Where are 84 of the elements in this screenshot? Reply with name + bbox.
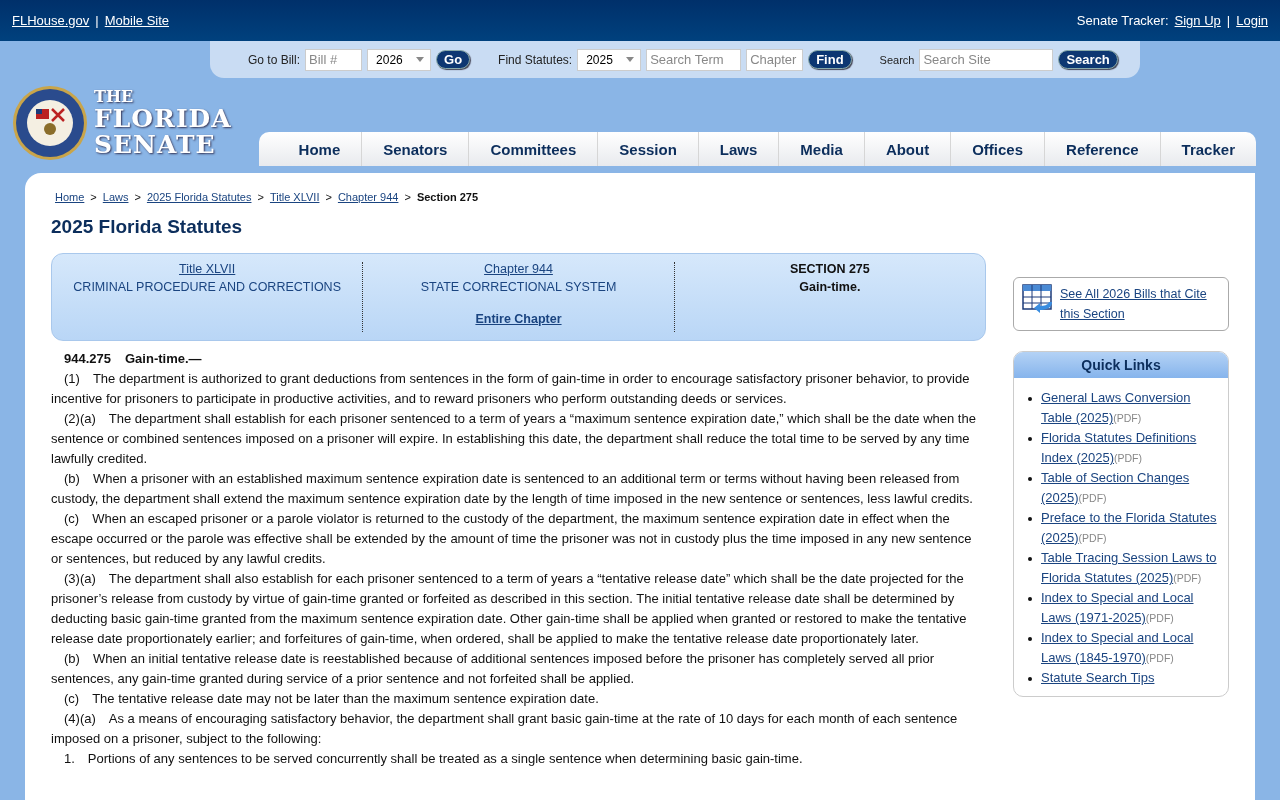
find-button[interactable]: Find [808,50,852,69]
section-number: SECTION 275 [789,262,870,276]
statute-paragraph: (c) When an escaped prisoner or a parole violator is returned to the custody of the department, the maximum sentence expiration date in effect when the escape occurred or the parole was effective shall be extended by the amount of time the prisoner was not in custody plus the time imposed in any new sentence or sentences, but reduced by any lawful credits. [51,510,973,568]
breadcrumb-separator: > [257,190,264,204]
statute-paragraph: (2)(a) The department shall establish for each prisoner sentenced to a term of years a “maximum sentence expiration date,” which shall be the date when the sentence or combined sentences imposed on a prisoner will expire. In establishing this date, the department shall reduce the total time to be served by any time lawfully credited. [51,410,977,468]
section-name: Gain-time. [799,280,861,294]
statutes-label: Find Statutes: [498,52,573,67]
breadcrumb-separator: > [90,190,97,204]
bullet-icon [1028,677,1032,681]
statute-paragraph: (4)(a) As a means of encouraging satisfactory behavior, the department shall grant basic gain-time at the rate of 10 days for each month of each sentence imposed on a prisoner, subject to the following: [51,710,959,748]
top-link[interactable]: Mobile Site [104,13,170,28]
separator: | [95,13,99,28]
nav-tab[interactable]: Committees [468,132,598,166]
top-link[interactable]: Login [1236,13,1268,28]
go-button[interactable]: Go [436,50,471,69]
separator: | [1226,13,1231,28]
top-link[interactable]: FLHouse.gov [12,13,90,28]
quick-link[interactable]: Table Tracing Session Laws to Florida Statutes (2025)(PDF) [1041,548,1220,588]
nav-tab[interactable]: Session [597,132,698,166]
logo-text: THE [94,89,135,105]
bill-label: Go to Bill: [248,52,301,67]
breadcrumb-separator: > [134,190,141,204]
logo-text: SENATE [94,132,217,157]
year-select[interactable]: 2026 [367,48,432,71]
chapter-link[interactable]: Chapter 944 [484,262,553,276]
breadcrumb-current: Section 275 [416,190,478,204]
search-label: Search [879,53,915,66]
quick-link[interactable]: Index to Special and Local Laws (1845-1970)(PDF) [1041,628,1220,668]
top-link[interactable]: Sign Up [1174,13,1221,28]
nav-tab[interactable]: Laws [697,132,779,166]
breadcrumb-link[interactable]: 2025 Florida Statutes [146,190,252,204]
nav-tab[interactable]: Senators [361,132,469,166]
caret-icon [626,57,635,62]
breadcrumb-link[interactable]: Title XLVII [269,190,320,204]
cite-link[interactable]: See All 2026 Bills that Cite this Section [1060,284,1220,324]
seal-icon [12,85,88,161]
table-arrow-icon [1022,284,1054,314]
nav-tab[interactable]: Media [778,132,864,166]
quick-link[interactable]: Florida Statutes Definitions Index (2025)(PDF) [1041,428,1220,468]
catchline: Gain-time.— [125,350,202,368]
breadcrumb-link[interactable]: Chapter 944 [337,190,399,204]
title-name: CRIMINAL PROCEDURE AND CORRECTIONS [73,280,341,294]
breadcrumb-link[interactable]: Laws [102,190,129,204]
nav-tab[interactable]: Offices [950,132,1045,166]
search-term-field[interactable]: Search Term [646,48,742,71]
bill-field[interactable]: Bill # [305,48,363,71]
bullet-icon [1028,597,1032,601]
quick-link[interactable]: General Laws Conversion Table (2025)(PDF) [1041,388,1220,428]
quick-link[interactable]: Index to Special and Local Laws (1971-2025)(PDF) [1041,588,1220,628]
search-field[interactable]: Search Site [919,48,1054,71]
bullet-icon [1028,637,1032,641]
bullet-icon [1028,557,1032,561]
breadcrumb-separator: > [404,190,411,204]
statute-paragraph: (c) The tentative release date may not be later than the maximum sentence expiration date. [63,690,600,708]
statute-paragraph: (3)(a) The department shall also establish for each prisoner sentenced to a term of years a “tentative release date” which shall be the date projected for the prisoner’s release from custody by virtue of gain-time granted or forfeited as described in this section. The initial tentative release date shall be determined by deducting basic gain-time granted from the maximum sentence expiration date. Other gain-time shall be applied when granted or restored to make the tentative release date proportionately earlier; and forfeitures of gain-time, when ordered, shall be applied to make the tentative release date proportionately later. [51,570,968,648]
breadcrumb-separator: > [325,190,332,204]
chapter-name: STATE CORRECTIONAL SYSTEM [420,280,617,294]
bullet-icon [1028,437,1032,441]
quick-link[interactable]: Table of Section Changes (2025)(PDF) [1041,468,1220,508]
statute-paragraph: (b) When a prisoner with an established maximum sentence expiration date is sentenced to an additional term or terms without having been released from custody, the department shall extend the maximum sentence expiration date by the length of time imposed in the new sentence or sentences, less lawful credits. [51,470,974,508]
quick-links-header: Quick Links [1014,352,1228,378]
quick-link[interactable]: Statute Search Tips [1041,668,1155,688]
nav-tab[interactable]: Reference [1044,132,1160,166]
nav-tab[interactable]: Home [258,132,362,166]
page-title: 2025 Florida Statutes [51,216,244,238]
bullet-icon [1028,477,1032,481]
statute-paragraph: 1. Portions of any sentences to be served concurrently shall be treated as a single sentence when determining basic gain-time. [63,750,804,768]
nav-tab[interactable]: About [863,132,951,166]
title-link[interactable]: Title XLVII [179,262,236,276]
year-select[interactable]: 2025 [577,48,642,71]
entire-chapter-link[interactable]: Entire Chapter [475,312,562,326]
breadcrumb-link[interactable]: Home [55,190,85,204]
caret-icon [416,57,425,62]
tracker-label: Senate Tracker: [1076,13,1169,28]
logo-text: FLORIDA [94,106,232,131]
bullet-icon [1028,517,1032,521]
quick-link[interactable]: Preface to the Florida Statutes (2025)(PDF) [1041,508,1220,548]
section-number: 944.275 [64,350,111,368]
statute-paragraph: (1) The department is authorized to grant deductions from sentences in the form of gain-time in order to encourage satisfactory prisoner behavior, to provide incentive for prisoners to participate in productive activities, and to reward prisoners who perform outstanding deeds or services. [51,370,971,408]
nav-tab[interactable]: Tracker [1159,132,1256,166]
statute-paragraph: (b) When an initial tentative release date is reestablished because of additional sentences imposed before the prisoner has completely served all prior sentences, any gain-time granted during service of a prior sentence and not forfeited shall be applied. [51,650,936,688]
chapter-field[interactable]: Chapter [746,48,804,71]
search-button[interactable]: Search [1058,50,1118,69]
bullet-icon [1028,397,1032,401]
